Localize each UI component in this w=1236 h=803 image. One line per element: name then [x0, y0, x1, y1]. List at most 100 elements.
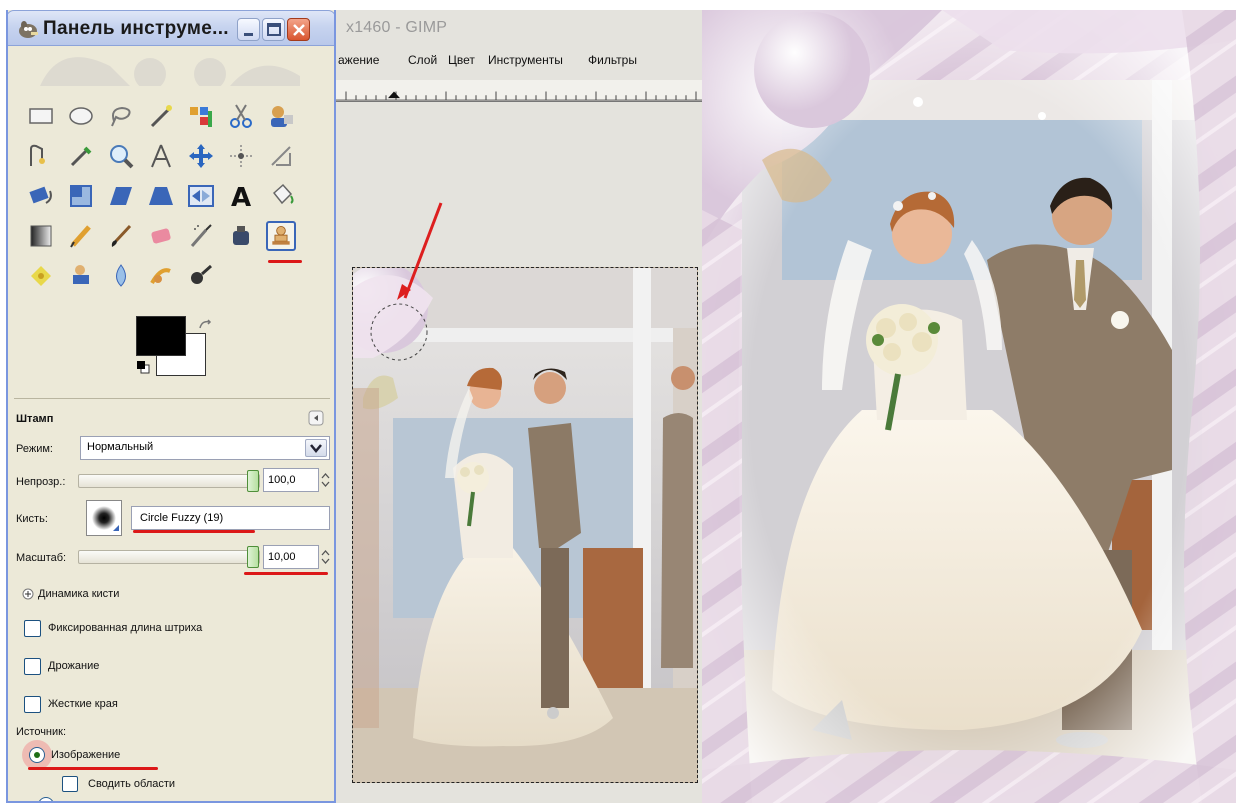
fixed-stroke-checkbox[interactable] — [24, 620, 41, 637]
default-colors-icon[interactable] — [136, 360, 150, 374]
perspective-clone-tool-icon[interactable] — [66, 261, 96, 291]
blend-tool-icon[interactable] — [26, 221, 56, 251]
scale-spin-arrows-icon[interactable] — [320, 547, 331, 567]
dodge-burn-tool-icon[interactable] — [186, 261, 216, 291]
menu-tools[interactable]: Инструменты — [488, 53, 563, 67]
text-tool-icon[interactable]: A — [226, 181, 256, 213]
opacity-value: 100,0 — [268, 474, 296, 486]
rotate-tool-icon[interactable] — [26, 181, 56, 211]
options-menu-icon[interactable] — [308, 410, 324, 426]
result-photo — [702, 10, 1236, 803]
gimp-app-icon — [19, 21, 38, 38]
source-highlight — [28, 767, 158, 770]
source-pattern-radio[interactable] — [38, 797, 54, 801]
opacity-slider-handle[interactable] — [247, 470, 259, 492]
rect-select-tool-icon[interactable] — [26, 101, 56, 131]
blur-tool-icon[interactable] — [106, 261, 136, 291]
wedding-photo-source — [353, 268, 697, 782]
mode-select[interactable]: Нормальный — [80, 436, 330, 460]
select-by-color-tool-icon[interactable] — [186, 101, 216, 131]
clone-stamp-tool-icon[interactable] — [266, 221, 296, 251]
menu-color[interactable]: Цвет — [448, 53, 475, 67]
color-picker-tool-icon[interactable] — [66, 141, 96, 171]
eraser-tool-icon[interactable] — [146, 221, 176, 251]
scale-slider-handle[interactable] — [247, 546, 259, 568]
paths-tool-icon[interactable] — [26, 141, 56, 171]
jitter-checkbox[interactable] — [24, 658, 41, 675]
expand-plus-icon[interactable] — [22, 588, 34, 600]
screenshot-composite: Панель инструме... A Штамп Режим: Нормал… — [0, 0, 1236, 803]
foreground-select-tool-icon[interactable] — [266, 101, 296, 131]
opacity-spinbox[interactable]: 100,0 — [263, 468, 319, 492]
crop-tool-icon[interactable] — [266, 141, 296, 171]
minimize-icon — [244, 33, 253, 36]
smudge-tool-icon[interactable] — [146, 261, 176, 291]
hard-edges-checkbox[interactable] — [24, 696, 41, 713]
maximize-button[interactable] — [262, 18, 285, 41]
merge-label: Сводить области — [88, 778, 176, 790]
lasso-tool-icon[interactable] — [106, 101, 136, 131]
swap-colors-icon[interactable] — [198, 318, 214, 332]
mode-dropdown-arrow[interactable] — [305, 439, 327, 457]
tool-options-title: Штамп — [16, 413, 54, 425]
heal-tool-icon[interactable] — [26, 261, 56, 291]
brush-label: Кисть: — [16, 513, 48, 525]
scale-slider[interactable] — [78, 546, 260, 568]
hard-edges-label: Жесткие края — [48, 698, 118, 710]
stamp-tool-highlight — [268, 260, 302, 263]
fuzzy-brush-icon — [92, 506, 119, 531]
wilber-drop-area — [40, 57, 300, 86]
fuzzy-select-tool-icon[interactable] — [146, 101, 176, 131]
airbrush-tool-icon[interactable] — [186, 221, 216, 251]
close-button[interactable] — [287, 18, 310, 41]
fixed-stroke-label: Фиксированная длина штриха — [48, 622, 203, 634]
menu-filters[interactable]: Фильтры — [588, 53, 637, 67]
zoom-tool-icon[interactable] — [106, 141, 136, 171]
horizontal-ruler — [336, 80, 702, 102]
minimize-button[interactable] — [237, 18, 260, 41]
scale-value: 10,00 — [268, 551, 296, 563]
merge-checkbox[interactable] — [62, 776, 78, 792]
menu-layer[interactable]: Слой — [408, 53, 437, 67]
shear-tool-icon[interactable] — [106, 181, 136, 211]
pencil-tool-icon[interactable] — [66, 221, 96, 251]
scale-spinbox[interactable]: 10,00 — [263, 545, 319, 569]
fg-bg-color-area[interactable] — [128, 316, 223, 396]
red-arrow-icon — [397, 202, 443, 300]
maximize-icon — [267, 23, 281, 36]
image-menubar: ажение Слой Цвет Инструменты Фильтры — [336, 50, 702, 72]
image-window-title: x1460 - GIMP — [346, 19, 448, 36]
toolbox-window: Панель инструме... A Штамп Режим: Нормал… — [6, 10, 336, 803]
source-label: Источник: — [16, 726, 67, 738]
image-canvas[interactable] — [352, 267, 698, 783]
ellipse-select-tool-icon[interactable] — [66, 101, 96, 131]
foreground-color-swatch[interactable] — [136, 316, 186, 356]
dynamics-expander[interactable]: Динамика кисти — [38, 588, 119, 600]
toolbox-body: A Штамп Режим: Нормальный Непрозр.: 100,… — [10, 46, 334, 801]
source-image-radio[interactable] — [29, 747, 45, 763]
bucket-fill-tool-icon[interactable] — [266, 181, 296, 211]
scale-tool-icon[interactable] — [66, 181, 96, 211]
move-tool-icon[interactable] — [186, 141, 216, 171]
options-separator — [14, 398, 330, 399]
brush-preview[interactable] — [86, 500, 122, 536]
mode-value: Нормальный — [87, 441, 154, 453]
scale-label: Масштаб: — [16, 552, 67, 564]
scale-highlight — [244, 572, 328, 575]
opacity-label: Непрозр.: — [16, 476, 66, 488]
radio-dot-icon — [34, 752, 40, 758]
source-image-label: Изображение — [51, 749, 121, 761]
scissors-tool-icon[interactable] — [226, 101, 256, 131]
brush-name-field[interactable]: Circle Fuzzy (19) — [131, 506, 330, 530]
ink-tool-icon[interactable] — [226, 221, 256, 251]
flip-tool-icon[interactable] — [186, 181, 216, 211]
toolbox-titlebar[interactable]: Панель инструме... — [8, 10, 334, 46]
opacity-spin-arrows-icon[interactable] — [320, 470, 331, 490]
align-tool-icon[interactable] — [226, 141, 256, 171]
close-icon — [293, 24, 305, 36]
menu-view[interactable]: ажение — [338, 53, 379, 67]
paintbrush-tool-icon[interactable] — [106, 221, 136, 251]
measure-tool-icon[interactable] — [146, 141, 176, 171]
perspective-tool-icon[interactable] — [146, 181, 176, 211]
opacity-slider[interactable] — [78, 470, 260, 492]
